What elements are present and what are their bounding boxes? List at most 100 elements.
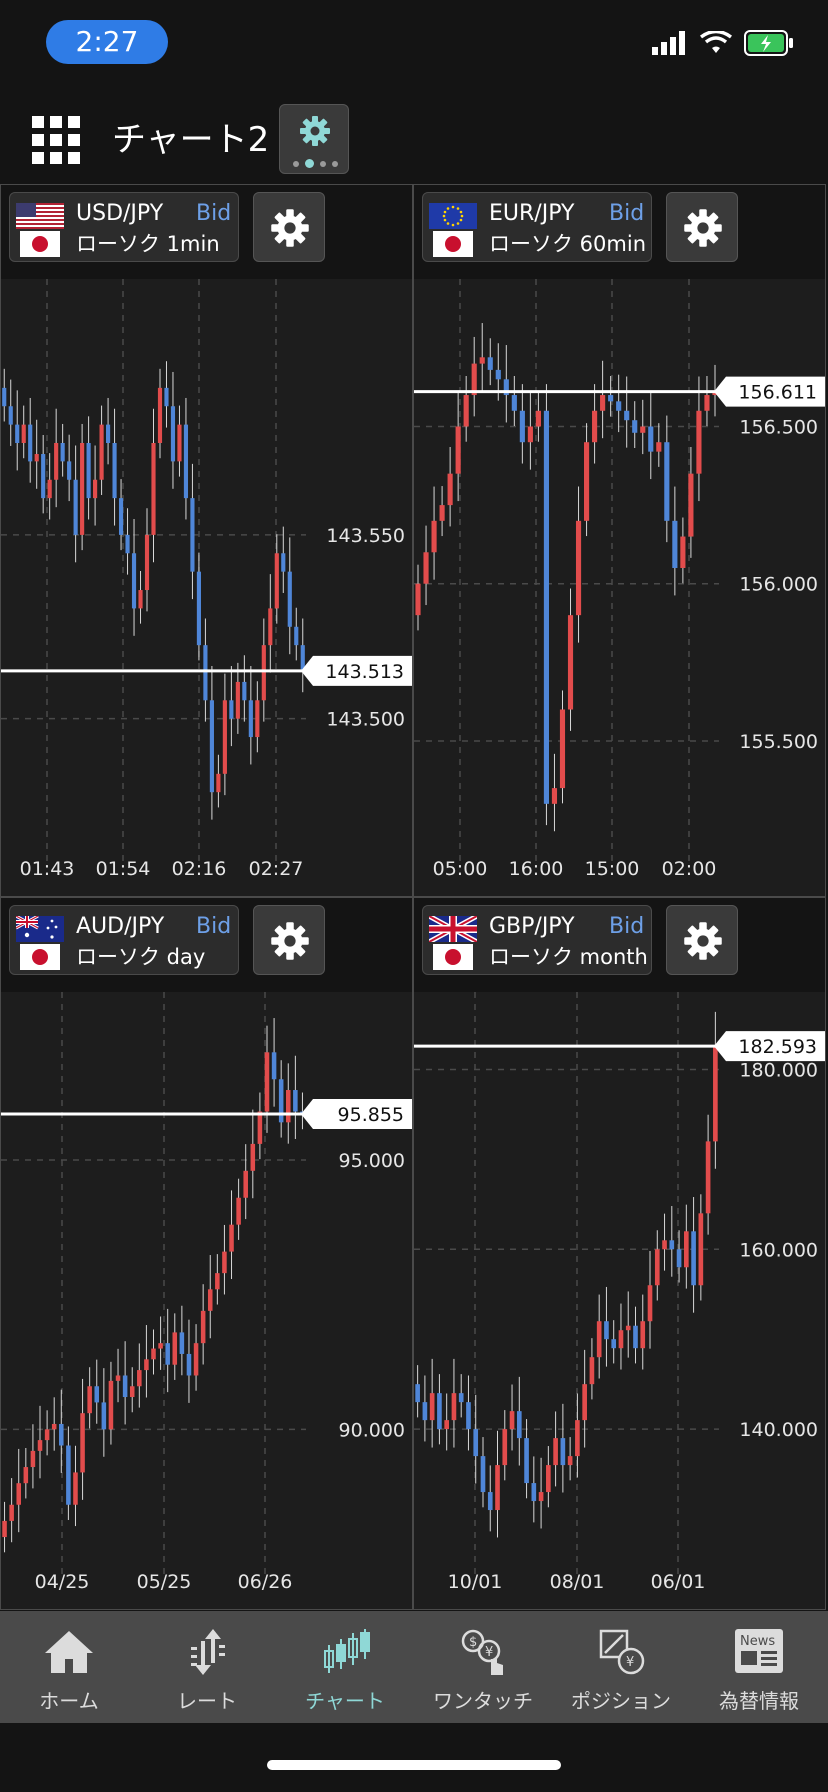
chart-settings-button[interactable] (666, 905, 738, 975)
candle-body (705, 1141, 711, 1214)
chart-type-label: ローソク day (76, 945, 206, 969)
candle-body (250, 1143, 256, 1171)
menu-grid-icon[interactable] (32, 116, 80, 164)
pair-selector-button[interactable]: AUD/JPY Bid ローソク day (9, 905, 239, 975)
candlestick-chart[interactable]: 04/25 05/25 06/26 95.000 90.000 95.855 (1, 992, 413, 1610)
candle-body (242, 681, 247, 701)
candle-body (688, 473, 694, 537)
eu-flag-icon (429, 203, 477, 229)
candle-body (59, 1423, 64, 1446)
candle-body (47, 479, 52, 499)
pair-selector-button[interactable]: GBP/JPY Bid ローソク month (422, 905, 652, 975)
tab-one-touch[interactable]: $ ¥ ワンタッチ (414, 1611, 552, 1723)
chart-layout-settings-button[interactable] (279, 104, 349, 174)
y-axis-tick-label: 156.500 (739, 416, 818, 438)
candle-body (696, 410, 702, 474)
chart-panel-gbpjpy[interactable]: GBP/JPY Bid ローソク month 10/01 08/01 06/01 18… (413, 897, 826, 1610)
chart-settings-button[interactable] (253, 192, 325, 262)
candle-body (632, 420, 638, 433)
candle-body (600, 395, 606, 411)
candle-body (196, 571, 202, 646)
candle-body (495, 369, 501, 380)
candle-body (278, 1079, 284, 1123)
candle-body (2, 387, 7, 407)
candle-body (527, 426, 533, 443)
candle-body (415, 583, 421, 616)
candle-body (616, 401, 622, 411)
price-side-label: Bid (609, 201, 645, 226)
candle-body (423, 552, 429, 584)
candle-body (583, 442, 590, 521)
candle-body (672, 520, 678, 568)
candle-body (640, 1321, 646, 1349)
candle-body (592, 410, 598, 443)
tab-fx-news[interactable]: News 為替情報 (690, 1611, 828, 1723)
rate-arrows-icon (191, 1629, 225, 1675)
candle-body (625, 1325, 631, 1331)
candle-body (51, 1423, 57, 1430)
position-icon: ¥ (599, 1629, 645, 1675)
chart-panel-eurjpy[interactable]: EUR/JPY Bid ローソク 60min 05:00 16:00 15:00 02… (413, 184, 826, 897)
chart-panel-usdjpy[interactable]: USD/JPY Bid ローソク 1min 01:43 01:54 02:16 02:… (0, 184, 413, 897)
tab-rate[interactable]: レート (138, 1611, 276, 1723)
candle-body (567, 615, 574, 710)
candle-body (271, 1052, 277, 1080)
chart-settings-button[interactable] (253, 905, 325, 975)
candle-body (23, 1467, 29, 1484)
candle-body (80, 1413, 85, 1473)
candle-body (596, 1321, 602, 1358)
tab-position[interactable]: ¥ ポジション (552, 1611, 690, 1723)
y-axis-tick-label: 90.000 (339, 1419, 405, 1441)
x-axis-tick-label: 01:54 (96, 858, 151, 880)
pair-selector-button[interactable]: EUR/JPY Bid ローソク 60min (422, 192, 652, 262)
pair-selector-button[interactable]: USD/JPY Bid ローソク 1min (9, 192, 239, 262)
chart-settings-button[interactable] (666, 192, 738, 262)
candle-body (439, 505, 445, 521)
price-side-label: Bid (196, 201, 232, 226)
x-axis-tick-label: 02:27 (249, 858, 304, 880)
chart-panel-audjpy[interactable]: AUD/JPY Bid ローソク day 04/25 05/25 06/26 95.0… (0, 897, 413, 1610)
candle-chart-icon (324, 1629, 370, 1673)
candle-body (151, 443, 156, 535)
candlestick-chart[interactable]: 10/01 08/01 06/01 180.000 160.000 140.000 182.… (414, 992, 826, 1610)
candle-body (105, 424, 111, 443)
candle-body (73, 1472, 78, 1505)
candle-body (235, 681, 240, 719)
candle-body (170, 406, 176, 462)
candle-body (535, 410, 541, 427)
candle-body (101, 1402, 107, 1430)
candle-body (190, 498, 195, 572)
current-price-label: 182.593 (738, 1036, 817, 1058)
candle-body (30, 1450, 36, 1468)
candle-body (183, 424, 189, 499)
svg-text:$: $ (469, 1635, 477, 1650)
candle-body (546, 1465, 551, 1493)
candle-body (118, 498, 124, 535)
candle-body (618, 1330, 624, 1349)
candle-body (236, 1197, 241, 1225)
candle-body (144, 1359, 149, 1371)
jp-flag-icon (433, 944, 473, 970)
x-axis-tick-label: 01:43 (20, 858, 75, 880)
candle-body (193, 1343, 199, 1376)
candlestick-chart[interactable]: 01:43 01:54 02:16 02:27 143.550 143.500 143.51… (1, 279, 413, 897)
candle-body (268, 608, 273, 646)
candle-body (531, 1483, 537, 1502)
candle-body (502, 1429, 508, 1466)
x-axis-tick-label: 04/25 (35, 1571, 90, 1593)
candlestick-chart[interactable]: 05:00 16:00 15:00 02:00 156.500 156.000 155.50… (414, 279, 826, 897)
candle-body (216, 773, 221, 793)
x-axis-tick-label: 06/26 (238, 1571, 293, 1593)
candle-body (560, 1438, 566, 1466)
candle-body (608, 395, 614, 402)
candle-body (648, 426, 654, 452)
tab-home[interactable]: ホーム (0, 1611, 138, 1723)
candle-body (473, 1429, 479, 1457)
candle-body (713, 1046, 718, 1142)
candle-body (294, 626, 299, 646)
tab-chart[interactable]: チャート (276, 1611, 414, 1723)
candle-body (37, 1440, 43, 1451)
svg-text:¥: ¥ (626, 1655, 634, 1670)
candle-body (243, 1170, 248, 1198)
x-axis-tick-label: 15:00 (585, 858, 640, 880)
